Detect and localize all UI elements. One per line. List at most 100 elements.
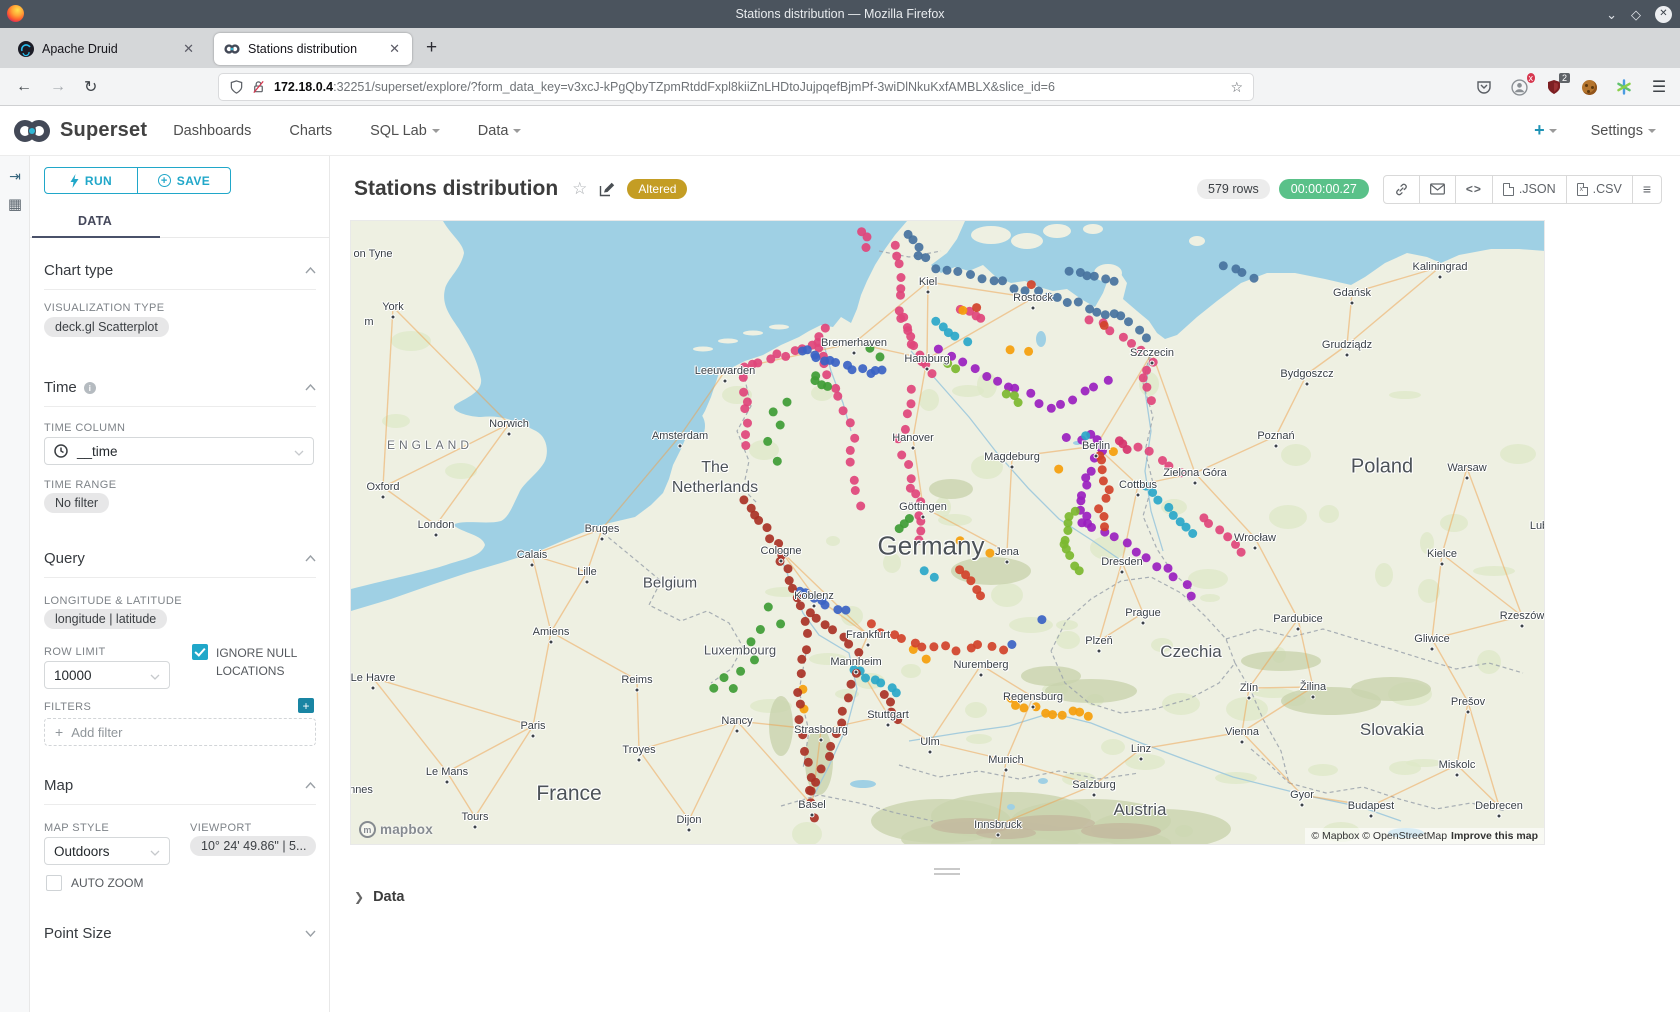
map-style-select[interactable]: Outdoors [44, 837, 170, 865]
add-filter-box[interactable]: + Add filter [44, 718, 316, 746]
city-dot [1005, 769, 1008, 772]
lock-insecure-icon[interactable] [251, 79, 266, 95]
settings-menu[interactable]: Settings [1591, 123, 1656, 139]
viewport-value[interactable]: 10° 24' 49.86" | 5... [190, 836, 316, 856]
run-button[interactable]: RUN [45, 168, 138, 193]
row-limit-select[interactable]: 10000 [44, 661, 170, 689]
window-close-icon[interactable]: ✕ [1655, 6, 1672, 23]
ublock-icon[interactable]: 2 [1545, 78, 1563, 96]
tab-close-icon[interactable]: ✕ [387, 41, 402, 57]
link-button[interactable] [1384, 176, 1420, 203]
bookmark-star-icon[interactable]: ☆ [1230, 79, 1243, 96]
back-button[interactable]: ← [16, 78, 32, 96]
dataset-grid-icon[interactable]: ▦ [0, 195, 30, 213]
city-dot [446, 781, 449, 784]
city-dot [929, 751, 932, 754]
url-bar[interactable]: 172.18.0.4:32251/superset/explore/?form_… [218, 73, 1254, 101]
tab-stations-distribution[interactable]: Stations distribution ✕ [214, 33, 412, 65]
favorite-star-icon[interactable]: ☆ [572, 179, 587, 199]
data-point [917, 643, 926, 652]
viz-type-value[interactable]: deck.gl Scatterplot [44, 317, 169, 337]
improve-map-link[interactable]: Improve this map [1451, 830, 1538, 842]
city-dot [372, 687, 375, 690]
map-city-label: Dresden [1101, 556, 1143, 568]
data-point [850, 434, 859, 443]
tab-apache-druid[interactable]: Apache Druid ✕ [8, 33, 206, 65]
data-point [920, 566, 929, 575]
time-range-value[interactable]: No filter [44, 493, 109, 513]
map-city-label: Lub [1530, 520, 1545, 532]
section-point-size[interactable]: Point Size [44, 914, 316, 952]
map-country-label: ENGLAND [387, 438, 473, 452]
cookie-icon[interactable] [1580, 78, 1598, 96]
chevron-down-icon [432, 129, 440, 133]
city-dot [1521, 625, 1524, 628]
extension-asterisk-icon[interactable] [1615, 78, 1633, 96]
map-city-label: Kaliningrad [1412, 261, 1467, 273]
save-button[interactable]: + SAVE [138, 168, 230, 193]
map-city-label: Žilina [1300, 681, 1326, 693]
reload-button[interactable]: ↻ [84, 77, 97, 97]
data-point [1037, 615, 1046, 624]
data-point [876, 352, 885, 361]
data-point [804, 758, 813, 767]
deckgl-scatterplot-map[interactable]: on TynemYorkNorwichOxfordLondonCalaisBru… [350, 220, 1545, 845]
file-json-button[interactable]: .JSON [1493, 176, 1567, 203]
city-dot [531, 564, 534, 567]
map-attribution[interactable]: © Mapbox © OpenStreetMapImprove this map [1305, 828, 1544, 844]
lonlat-value[interactable]: longitude | latitude [44, 609, 167, 629]
time-column-select[interactable]: __time [44, 437, 314, 465]
edit-properties-icon[interactable] [599, 181, 615, 197]
nav-item-sql-lab[interactable]: SQL Lab [370, 123, 440, 139]
brand-name[interactable]: Superset [60, 119, 147, 142]
account-icon[interactable]: x [1510, 78, 1528, 96]
section-time[interactable]: Timei [44, 369, 316, 407]
add-filter-plus-button[interactable]: + [298, 698, 314, 713]
pocket-icon[interactable] [1475, 78, 1493, 96]
map-city-label: Le Mans [426, 766, 468, 778]
superset-logo[interactable]: Superset [12, 118, 147, 144]
data-point [976, 591, 985, 600]
panel-resize-handle[interactable] [934, 868, 960, 875]
section-map[interactable]: Map [44, 767, 316, 805]
section-query[interactable]: Query [44, 540, 316, 578]
tab-data[interactable]: DATA [30, 204, 160, 238]
window-minimize-icon[interactable]: ⌄ [1606, 8, 1617, 21]
nav-item-data[interactable]: Data [478, 123, 522, 139]
email-button[interactable] [1420, 176, 1456, 203]
file-csv-button[interactable]: .CSV [1567, 176, 1633, 203]
add-new-button[interactable]: + [1534, 120, 1557, 141]
map-city-label: Munich [988, 754, 1023, 766]
collapse-panel-icon[interactable]: ⇥ [0, 168, 30, 185]
window-maximize-icon[interactable]: ◇ [1631, 8, 1641, 21]
tab-close-icon[interactable]: ✕ [181, 41, 196, 57]
viewport-label: VIEWPORT [190, 822, 252, 834]
mapbox-logo[interactable]: mmapbox [359, 821, 433, 838]
section-chart-type[interactable]: Chart type [44, 252, 316, 290]
forward-button[interactable]: → [50, 78, 66, 96]
city-dot [1121, 571, 1124, 574]
data-section-toggle[interactable]: ❯ Data [354, 889, 405, 905]
map-country-label: Czechia [1160, 642, 1221, 662]
map-country-label: Austria [1114, 800, 1167, 820]
nav-item-dashboards[interactable]: Dashboards [173, 123, 251, 139]
shield-icon[interactable] [229, 79, 244, 95]
menu-button[interactable]: ≡ [1633, 176, 1661, 203]
url-text[interactable]: 172.18.0.4:32251/superset/explore/?form_… [274, 80, 1222, 94]
info-icon: i [84, 382, 96, 394]
code-button[interactable]: <> [1456, 176, 1493, 203]
auto-zoom-checkbox[interactable] [46, 875, 62, 891]
map-city-label: Gliwice [1414, 633, 1449, 645]
data-point [1099, 476, 1108, 485]
map-city-label: Bruges [585, 523, 620, 535]
data-point [1142, 333, 1151, 342]
nav-item-charts[interactable]: Charts [289, 123, 332, 139]
data-point [1092, 308, 1101, 317]
city-dot [980, 674, 983, 677]
data-point [1068, 396, 1077, 405]
new-tab-button[interactable]: + [426, 37, 437, 59]
city-dot [382, 496, 385, 499]
map-city-label: Calais [517, 549, 548, 561]
ignore-null-checkbox[interactable] [192, 644, 208, 660]
menu-icon[interactable]: ☰ [1650, 78, 1668, 96]
